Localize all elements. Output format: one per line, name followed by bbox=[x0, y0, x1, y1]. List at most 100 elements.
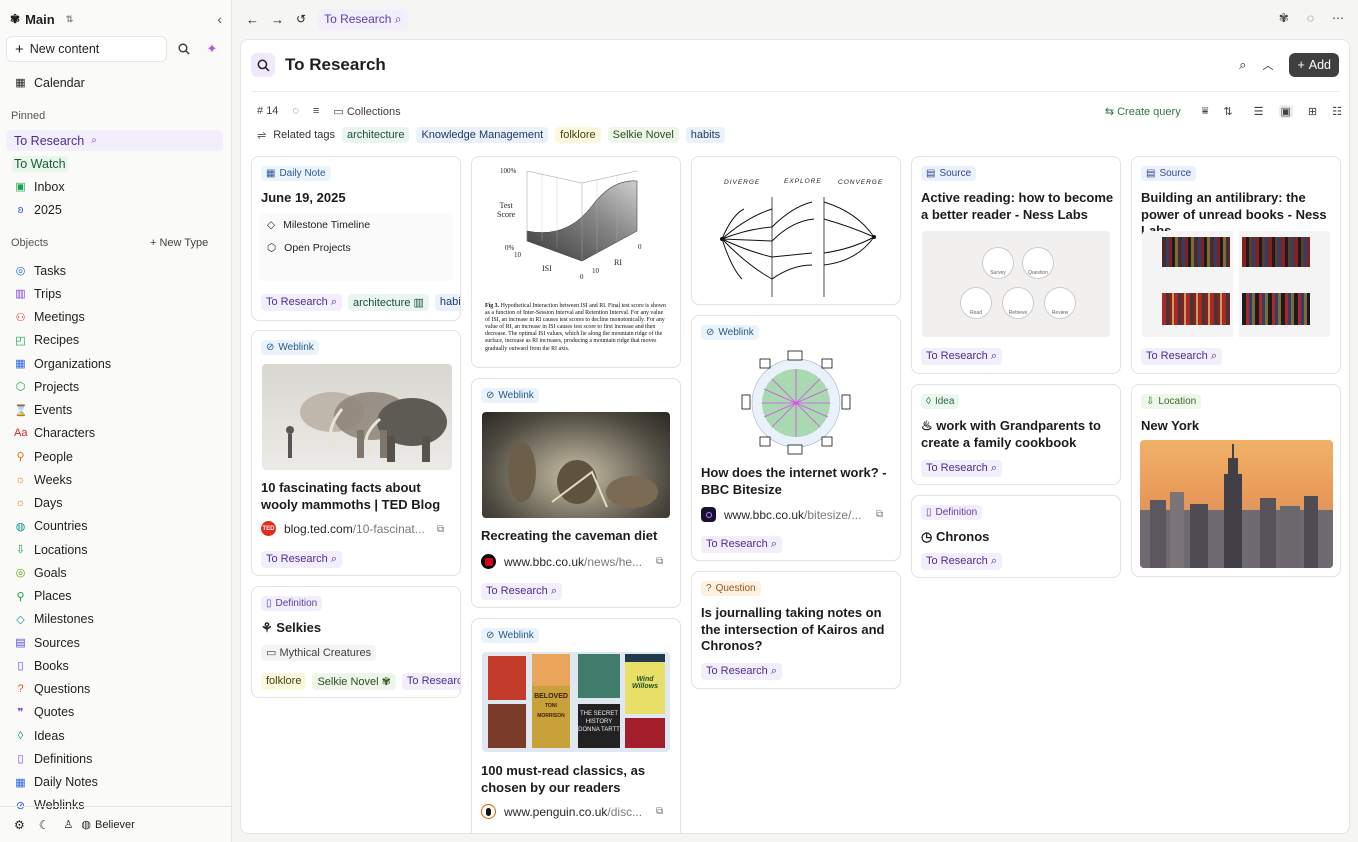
sidebar-item-questions[interactable]: ? Questions bbox=[6, 679, 223, 700]
comment-icon[interactable]: ◌ bbox=[292, 105, 299, 117]
text-icon[interactable]: ≡ bbox=[313, 105, 319, 117]
user-button[interactable]: ◍ Believer bbox=[81, 818, 134, 832]
card-classics[interactable]: ⊘ Weblink BELOVED TONI MORRISON THE SECRET… bbox=[471, 618, 681, 833]
sync-icon[interactable]: ◌ bbox=[1307, 11, 1314, 25]
tag-to-research[interactable]: To Research ⌕ bbox=[921, 348, 1002, 365]
settings-icon[interactable]: ⚙ bbox=[14, 818, 25, 832]
new-content-button[interactable]: + New content bbox=[6, 36, 167, 62]
sidebar-item-daily-notes[interactable]: ▦ Daily Notes bbox=[6, 772, 223, 793]
tag-to-research[interactable]: To Research ⌕ bbox=[261, 551, 342, 568]
open-link-icon[interactable]: ⧉ bbox=[876, 509, 883, 520]
sidebar-item-weeks[interactable]: ☼ Weeks bbox=[6, 469, 223, 490]
tag-folklore[interactable]: folklore bbox=[261, 673, 307, 690]
sidebar-item-meetings[interactable]: ⚇ Meetings bbox=[6, 307, 223, 328]
card-view-icon[interactable]: ▣ bbox=[1278, 104, 1293, 118]
card-new-york[interactable]: ⇩ Location New York bbox=[1131, 384, 1341, 577]
sidebar-item-2025[interactable]: ʚ 2025 bbox=[6, 199, 223, 220]
sidebar-item-trips[interactable]: ▥ Trips bbox=[6, 283, 223, 304]
tag-selkie-novel[interactable]: Selkie Novel bbox=[607, 127, 679, 143]
sidebar-item-definitions[interactable]: ▯ Definitions bbox=[6, 748, 223, 769]
card-diverge-converge[interactable]: DIVERGE EXPLORE CONVERGE bbox=[691, 156, 901, 305]
sidebar-item-to-research[interactable]: To Research ⌕ bbox=[6, 130, 223, 151]
tag-habits[interactable]: habits bbox=[685, 127, 726, 143]
open-link-icon[interactable]: ⧉ bbox=[437, 524, 444, 535]
card-caveman[interactable]: ⊘ Weblink Recreating the caveman diet www… bbox=[471, 378, 681, 608]
sidebar-item-books[interactable]: ▯ Books bbox=[6, 655, 223, 676]
tag-architecture[interactable]: architecture bbox=[341, 127, 410, 143]
tag-selkie-novel[interactable]: Selkie Novel ✾ bbox=[312, 673, 396, 690]
sidebar-item-organizations[interactable]: ▦ Organizations bbox=[6, 353, 223, 374]
tag-to-research[interactable]: To Research bbox=[401, 673, 460, 690]
card-antilibrary[interactable]: ▤ Source Building an antilibrary: the pow… bbox=[1131, 156, 1341, 374]
sidebar-item-sources[interactable]: ▤ Sources bbox=[6, 632, 223, 653]
sidebar-item-locations[interactable]: ⇩ Locations bbox=[6, 539, 223, 560]
breadcrumb[interactable]: To Research ⌕ bbox=[318, 8, 408, 30]
url-row[interactable]: www.bbc.co.uk/news/he... bbox=[481, 554, 642, 569]
tag-folklore[interactable]: folklore bbox=[555, 127, 601, 143]
more-icon[interactable]: ⋯ bbox=[1332, 11, 1344, 25]
user-icon[interactable]: ♙ bbox=[64, 818, 74, 831]
url-row[interactable]: www.bbc.co.uk/bitesize/... bbox=[701, 507, 861, 522]
moon-icon[interactable]: ☾ bbox=[39, 818, 50, 832]
collapse-sidebar-icon[interactable]: ‹ bbox=[217, 11, 222, 27]
card-figure[interactable]: 100% Test Score 0% 10 ISI 0 10 RI 0 Fig … bbox=[471, 156, 681, 368]
sidebar-item-places[interactable]: ⚲ Places bbox=[6, 586, 223, 607]
card-selkies[interactable]: ▯ Definition ⚘ Selkies ▭ Mythical Creatur… bbox=[251, 586, 461, 698]
collections-button[interactable]: ▭ Collections bbox=[333, 105, 400, 118]
url-row[interactable]: TED blog.ted.com/10-fascinat... bbox=[261, 521, 425, 536]
tag-to-research[interactable]: To Research ⌕ bbox=[261, 294, 342, 311]
ai-sparkle-icon[interactable]: ✦ bbox=[201, 38, 223, 60]
history-icon[interactable]: ↺ bbox=[296, 12, 306, 26]
sort-icon[interactable]: ⇅ bbox=[1223, 105, 1232, 118]
sidebar-item-milestones[interactable]: ◇ Milestones bbox=[6, 609, 223, 630]
sidebar-item-characters[interactable]: Aa Characters bbox=[6, 423, 223, 444]
tag-to-research[interactable]: To Research ⌕ bbox=[921, 460, 1002, 477]
add-button[interactable]: + Add bbox=[1289, 53, 1339, 77]
card-mammoth[interactable]: ⊘ Weblink 10 fascinating facts about wool… bbox=[251, 330, 461, 576]
sidebar-item-projects[interactable]: ⬡ Projects bbox=[6, 376, 223, 397]
tag-habits[interactable]: habits bbox=[434, 294, 460, 311]
tag-to-research[interactable]: To Research ⌕ bbox=[701, 663, 782, 680]
open-link-icon[interactable]: ⧉ bbox=[656, 556, 663, 567]
create-query-button[interactable]: ⇆ Create query bbox=[1105, 105, 1181, 118]
sidebar-item-events[interactable]: ⌛ Events bbox=[6, 400, 223, 421]
sidebar-item-calendar[interactable]: ▦ Calendar bbox=[6, 72, 223, 93]
sidebar-item-days[interactable]: ☼ Days bbox=[6, 493, 223, 514]
search-icon[interactable] bbox=[173, 38, 195, 60]
sidebar-item-ideas[interactable]: ◊ Ideas bbox=[6, 725, 223, 746]
tag-to-research[interactable]: To Research ⌕ bbox=[701, 536, 782, 553]
tag-architecture[interactable]: architecture ▥ bbox=[347, 294, 429, 311]
tag-to-research[interactable]: To Research ⌕ bbox=[921, 553, 1002, 570]
search-icon[interactable]: ⌕ bbox=[1239, 57, 1246, 73]
back-arrow-icon[interactable]: ← bbox=[246, 12, 259, 27]
card-grandparents-idea[interactable]: ◊ Idea ♨ work with Grandparents to create… bbox=[911, 384, 1121, 485]
card-active-reading[interactable]: ▤ Source Active reading: how to become a … bbox=[911, 156, 1121, 374]
list-view-icon[interactable]: ☰ bbox=[1254, 105, 1264, 118]
forward-arrow-icon[interactable]: → bbox=[271, 12, 284, 27]
card-chronos[interactable]: ▯ Definition ◷ Chronos To Research ⌕ bbox=[911, 495, 1121, 578]
linked-item[interactable]: ⬡ Open Projects bbox=[267, 242, 351, 254]
pin-icon[interactable]: ✾ bbox=[1279, 11, 1289, 25]
sidebar-item-quotes[interactable]: ❞ Quotes bbox=[6, 702, 223, 723]
new-type-button[interactable]: + New Type bbox=[150, 237, 208, 249]
sidebar-item-goals[interactable]: ◎ Goals bbox=[6, 562, 223, 583]
chevron-up-icon[interactable]: ︿ bbox=[1262, 57, 1273, 73]
linked-item[interactable]: ◇ Milestone Timeline bbox=[267, 219, 370, 231]
url-row[interactable]: www.penguin.co.uk/disc... bbox=[481, 804, 642, 819]
workspace-switcher[interactable]: ✾ Main ⇅ bbox=[10, 12, 73, 27]
tag-to-research[interactable]: To Research ⌕ bbox=[1141, 348, 1222, 365]
table-view-icon[interactable]: ⊞ bbox=[1308, 105, 1317, 118]
card-journal-question[interactable]: ? Question Is journalling taking notes on… bbox=[691, 571, 901, 689]
sidebar-item-tasks[interactable]: ◎ Tasks bbox=[6, 260, 223, 281]
outline-view-icon[interactable]: ☷ bbox=[1332, 105, 1342, 118]
sidebar-item-countries[interactable]: ◍ Countries bbox=[6, 516, 223, 537]
card-daily-note[interactable]: ▦ Daily Note June 19, 2025 ◇ Milestone Tim… bbox=[251, 156, 461, 321]
sidebar-item-inbox[interactable]: ▣ Inbox bbox=[6, 176, 223, 197]
sidebar-item-recipes[interactable]: ◰ Recipes bbox=[6, 330, 223, 351]
collection-chip[interactable]: ▭ Mythical Creatures bbox=[261, 645, 377, 661]
sidebar-item-people[interactable]: ⚲ People bbox=[6, 446, 223, 467]
open-link-icon[interactable]: ⧉ bbox=[656, 806, 663, 817]
sidebar-item-to-watch[interactable]: To Watch bbox=[6, 153, 223, 174]
filter-icon[interactable]: ⩸ bbox=[1202, 105, 1209, 118]
tag-to-research[interactable]: To Research ⌕ bbox=[481, 583, 562, 600]
